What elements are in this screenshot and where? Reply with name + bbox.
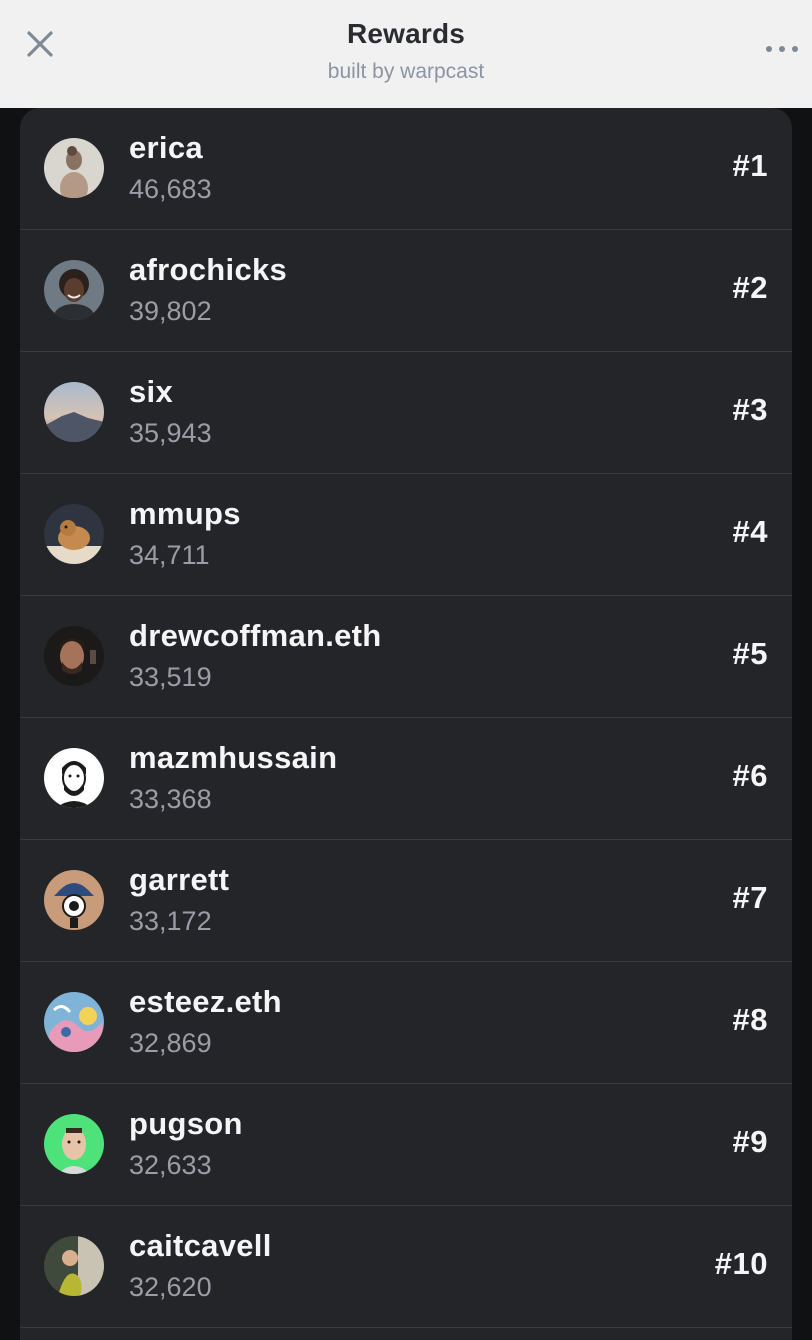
header-bar: Rewards built by warpcast — [0, 0, 812, 108]
leaderboard-list: erica 46,683 #1 afrochicks 39,802 #2 six… — [20, 108, 792, 1340]
leaderboard-row[interactable]: six 35,943 #3 — [20, 352, 792, 474]
user-score: 33,172 — [129, 906, 212, 936]
user-name[interactable]: erica — [129, 130, 203, 166]
avatar — [44, 382, 104, 442]
user-rank: #8 — [732, 1002, 768, 1037]
user-rank: #2 — [732, 270, 768, 305]
avatar — [44, 626, 104, 686]
user-score: 32,869 — [129, 1028, 212, 1058]
leaderboard-row[interactable]: caitcavell 32,620 #10 — [20, 1206, 792, 1328]
user-score: 34,711 — [129, 540, 210, 570]
user-name[interactable]: six — [129, 374, 173, 410]
user-score: 35,943 — [129, 418, 212, 448]
avatar — [44, 138, 104, 198]
more-options-button[interactable] — [762, 30, 802, 70]
leaderboard-row[interactable]: mazmhussain 33,368 #6 — [20, 718, 792, 840]
page-subtitle: built by warpcast — [327, 60, 485, 83]
leaderboard-row[interactable]: drewcoffman.eth 33,519 #5 — [20, 596, 792, 718]
leaderboard-row[interactable]: afrochicks 39,802 #2 — [20, 230, 792, 352]
user-rank: #5 — [732, 636, 768, 671]
user-score: 46,683 — [129, 174, 212, 204]
leaderboard-row[interactable]: esteez.eth 32,869 #8 — [20, 962, 792, 1084]
user-score: 32,633 — [129, 1150, 212, 1180]
user-name[interactable]: caitcavell — [129, 1228, 272, 1264]
page-title: Rewards — [346, 18, 466, 49]
user-rank: #3 — [732, 392, 768, 427]
user-name[interactable]: mazmhussain — [129, 740, 337, 776]
leaderboard-row[interactable]: erica 46,683 #1 — [20, 108, 792, 230]
user-rank: #9 — [732, 1124, 768, 1159]
user-name[interactable]: esteez.eth — [129, 984, 282, 1020]
user-rank: #1 — [732, 148, 768, 183]
rewards-page: Rewards built by warpcast erica 46,683 #… — [0, 0, 812, 1340]
user-name[interactable]: pugson — [129, 1106, 243, 1142]
avatar — [44, 992, 104, 1052]
user-name[interactable]: afrochicks — [129, 252, 287, 288]
leaderboard-row[interactable]: pugson 32,633 #9 — [20, 1084, 792, 1206]
avatar — [44, 1236, 104, 1296]
avatar — [44, 748, 104, 808]
user-score: 32,620 — [129, 1272, 212, 1302]
more-horizontal-icon — [765, 41, 799, 59]
avatar — [44, 260, 104, 320]
leaderboard-row[interactable]: garrett 33,172 #7 — [20, 840, 792, 962]
user-name[interactable]: drewcoffman.eth — [129, 618, 382, 654]
leaderboard-row[interactable]: mmups 34,711 #4 — [20, 474, 792, 596]
user-score: 39,802 — [129, 296, 212, 326]
avatar — [44, 1114, 104, 1174]
user-rank: #6 — [732, 758, 768, 793]
avatar — [44, 870, 104, 930]
user-score: 33,519 — [129, 662, 212, 692]
user-score: 33,368 — [129, 784, 212, 814]
user-rank: #10 — [714, 1246, 768, 1281]
user-rank: #7 — [732, 880, 768, 915]
avatar — [44, 504, 104, 564]
user-name[interactable]: mmups — [129, 496, 241, 532]
user-rank: #4 — [732, 514, 768, 549]
user-name[interactable]: garrett — [129, 862, 229, 898]
